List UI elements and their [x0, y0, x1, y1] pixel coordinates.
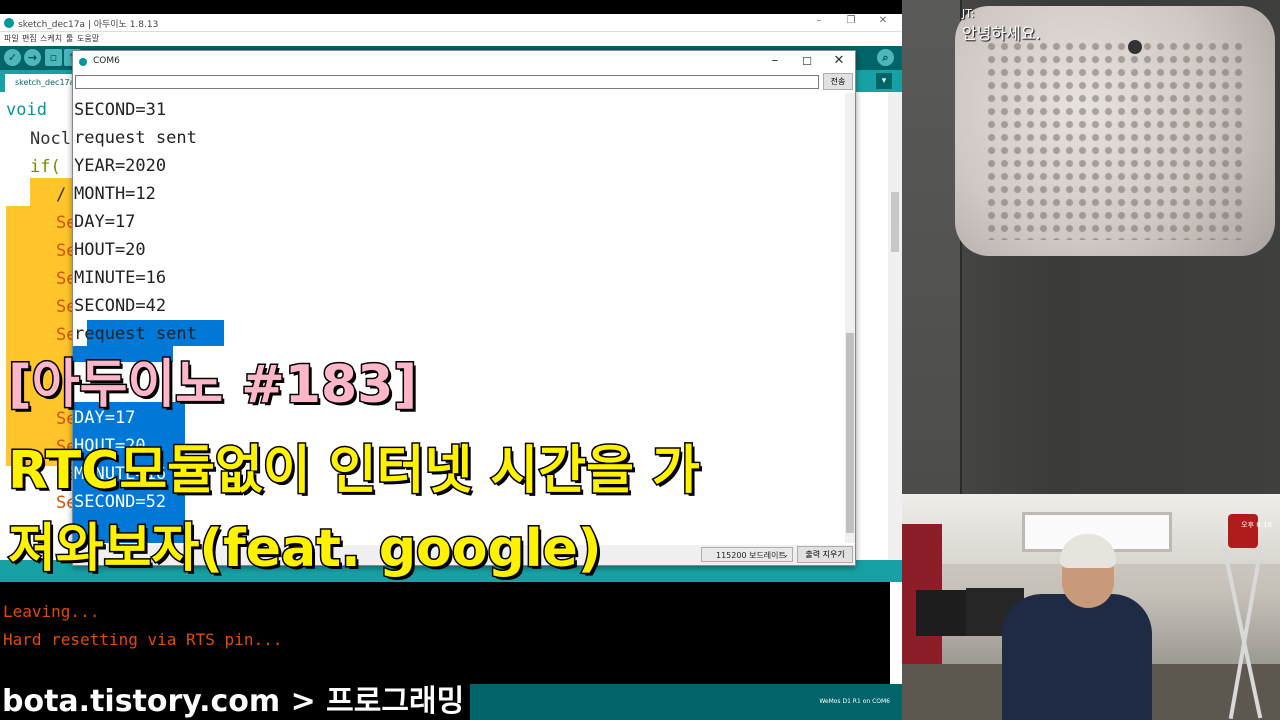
serial-titlebar: COM6 – ☐ ✕ [73, 51, 855, 73]
chevron-down-icon: ⌄ [782, 550, 789, 559]
serial-line: SECOND=42 [74, 296, 167, 316]
ide-menubar: 파일 편집 스케치 툴 도움말 [0, 32, 902, 46]
baud-rate-value: 115200 보드레이트 [716, 551, 786, 560]
chat-message: 안녕하세요. [962, 24, 1041, 43]
code-line: if( [30, 157, 61, 177]
video-title-line-3: 져와보자(feat. google) [7, 518, 604, 581]
code-line: void [6, 100, 47, 120]
editor-scrollbar[interactable] [888, 92, 902, 574]
verify-icon[interactable]: ✓ [4, 49, 21, 66]
camera-tripod [1194, 514, 1274, 720]
clear-output-button[interactable]: 출력 지우기 [797, 546, 853, 563]
maximize-icon[interactable]: ❐ [844, 15, 858, 26]
serial-line: request sent [74, 128, 197, 148]
serial-window-title: COM6 [93, 56, 120, 66]
serial-line: request sent [74, 324, 197, 344]
menu-file[interactable]: 파일 [4, 33, 19, 44]
arduino-app-icon [4, 18, 14, 28]
person [1002, 594, 1152, 720]
upload-icon[interactable]: → [24, 49, 41, 66]
chat-username: JT: [962, 7, 975, 20]
menu-help[interactable]: 도움말 [77, 33, 99, 44]
blog-url-banner: bota.tistory.com > 프로그래밍 [0, 684, 471, 720]
close-icon[interactable]: ✕ [876, 15, 890, 26]
arduino-app-icon [79, 58, 87, 66]
serial-line: YEAR=2020 [74, 156, 167, 176]
menu-sketch[interactable]: 스케치 [40, 33, 62, 44]
minimize-icon[interactable]: – [812, 15, 826, 26]
minimize-icon[interactable]: – [765, 53, 785, 68]
maximize-icon[interactable]: ☐ [797, 55, 817, 68]
ide-titlebar: sketch_dec17a | 아두이노 1.8.13 – ❐ ✕ [0, 14, 902, 32]
video-title-line-2: RTC모듈없이 인터넷 시간을 가 [7, 440, 702, 503]
menu-tools[interactable]: 툴 [66, 33, 73, 44]
taskbar-clock: 오후 8:16 [1241, 521, 1272, 529]
serial-line: MINUTE=16 [74, 268, 167, 288]
video-title-line-1: [아두이노 #183] [6, 354, 418, 417]
tab-sketch[interactable]: sketch_dec17a [5, 74, 77, 92]
code-line: Nocl [30, 129, 71, 149]
console-line: Hard resetting via RTS pin... [3, 630, 283, 649]
console-line: Leaving... [3, 602, 100, 621]
menu-edit[interactable]: 편집 [22, 33, 37, 44]
board-status: WeMos D1 R1 on COM6 [819, 698, 890, 705]
new-sketch-icon[interactable]: ▫ [45, 49, 62, 66]
tab-menu-icon[interactable]: ▾ [876, 73, 892, 89]
block-texture [985, 40, 1245, 240]
serial-line: HOUT=20 [74, 240, 146, 260]
serial-line: MONTH=12 [74, 184, 156, 204]
serial-scrollbar[interactable] [845, 93, 855, 543]
code-line: / [56, 185, 67, 205]
close-icon[interactable]: ✕ [829, 53, 849, 68]
send-button[interactable]: 전송 [823, 73, 853, 90]
ide-window-title: sketch_dec17a | 아두이노 1.8.13 [18, 20, 159, 30]
serial-line: DAY=17 [74, 212, 136, 232]
serial-line: SECOND=31 [74, 100, 167, 120]
ide-console: Leaving... Hard resetting via RTS pin... [0, 582, 890, 684]
serial-monitor-icon[interactable]: ⌕ [877, 49, 894, 66]
webcam-feed: 오후 8:16 [902, 494, 1280, 720]
block-hole [1128, 40, 1142, 54]
baud-rate-select[interactable]: 115200 보드레이트 ⌄ [701, 547, 793, 562]
serial-send-input[interactable] [75, 75, 819, 89]
